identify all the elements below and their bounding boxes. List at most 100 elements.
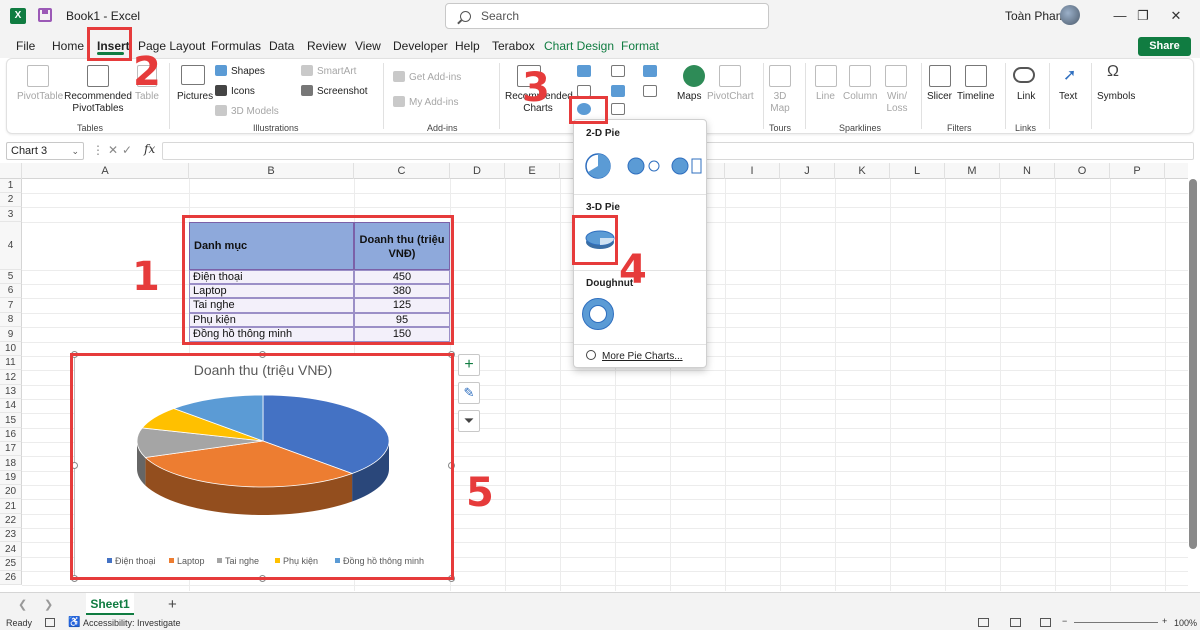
maximize-button[interactable]: ❐ <box>1133 6 1153 26</box>
row-header-6[interactable]: 6 <box>0 284 22 298</box>
pivot-chart-button[interactable]: PivotChart <box>707 91 754 102</box>
sparkline-line-button[interactable]: Line <box>816 91 835 102</box>
select-all-corner[interactable] <box>0 163 22 179</box>
chart-filter-icon[interactable]: ⏷ <box>458 410 480 432</box>
normal-view-icon[interactable] <box>978 618 989 627</box>
pivot-table-button[interactable]: PivotTable <box>17 91 63 102</box>
vertical-scrollbar[interactable] <box>1189 179 1197 549</box>
formula-edit-icons[interactable]: ⋮✕✓ <box>92 143 136 157</box>
search-input[interactable]: Search <box>445 3 769 29</box>
minimize-button[interactable]: — <box>1110 6 1130 26</box>
bar-of-pie-icon[interactable] <box>671 157 702 175</box>
page-break-view-icon[interactable] <box>1040 618 1051 627</box>
row-header-3[interactable]: 3 <box>0 207 22 222</box>
add-sheet-button[interactable]: + <box>168 596 177 613</box>
tab-chart-design[interactable]: Chart Design <box>544 39 614 53</box>
scroll-left-icon[interactable]: ❮ <box>18 598 27 611</box>
macro-icon[interactable] <box>45 618 55 627</box>
row-header-23[interactable]: 23 <box>0 528 22 542</box>
row-header-18[interactable]: 18 <box>0 456 22 471</box>
screenshot-button[interactable]: Screenshot <box>301 85 368 97</box>
slicer-button[interactable]: Slicer <box>927 91 952 102</box>
user-name[interactable]: Toàn Pham <box>1005 9 1066 23</box>
doughnut-option-icon[interactable] <box>582 298 616 332</box>
scroll-right-icon[interactable]: ❯ <box>44 598 53 611</box>
name-box[interactable]: Chart 3 ⌄ <box>6 142 84 160</box>
3d-map-button[interactable]: 3D Map <box>765 91 795 115</box>
row-header-24[interactable]: 24 <box>0 542 22 557</box>
scatter-chart-icon[interactable] <box>611 103 625 115</box>
row-header-14[interactable]: 14 <box>0 399 22 413</box>
smartart-button[interactable]: SmartArt <box>301 65 356 77</box>
tab-help[interactable]: Help <box>455 39 480 53</box>
row-header-11[interactable]: 11 <box>0 356 22 370</box>
timeline-button[interactable]: Timeline <box>957 91 994 102</box>
row-header-4[interactable]: 4 <box>0 222 22 270</box>
my-addins-button[interactable]: My Add-ins <box>393 96 458 108</box>
combo-chart-icon[interactable] <box>643 85 657 97</box>
3d-models-button[interactable]: 3D Models <box>215 105 279 117</box>
save-icon[interactable] <box>38 8 52 22</box>
row-header-1[interactable]: 1 <box>0 179 22 193</box>
link-button[interactable]: Link <box>1017 91 1035 102</box>
column-header-n[interactable]: N <box>1000 163 1055 179</box>
tab-home[interactable]: Home <box>52 39 84 53</box>
column-chart-icon[interactable] <box>577 65 591 77</box>
hierarchy-chart-icon[interactable] <box>611 65 625 77</box>
zoom-level[interactable]: 100% <box>1174 618 1197 628</box>
zoom-in-icon[interactable]: + <box>1162 616 1167 626</box>
row-header-20[interactable]: 20 <box>0 485 22 499</box>
more-pie-charts-link[interactable]: More Pie Charts... <box>586 350 683 362</box>
column-header-d[interactable]: D <box>450 163 505 179</box>
sheet-tab-sheet1[interactable]: Sheet1 <box>86 593 134 615</box>
sparkline-winloss-button[interactable]: Win/ Loss <box>883 91 911 115</box>
row-header-13[interactable]: 13 <box>0 385 22 399</box>
avatar[interactable] <box>1060 5 1080 25</box>
statistic-chart-icon[interactable] <box>611 85 625 97</box>
column-header-a[interactable]: A <box>22 163 189 179</box>
zoom-slider[interactable] <box>1074 622 1158 623</box>
close-button[interactable]: ✕ <box>1166 6 1186 26</box>
zoom-out-icon[interactable]: − <box>1062 616 1067 626</box>
shapes-button[interactable]: Shapes <box>215 65 265 77</box>
accessibility-status[interactable]: Accessibility: Investigate <box>83 618 181 628</box>
tab-data[interactable]: Data <box>269 39 294 53</box>
row-header-12[interactable]: 12 <box>0 370 22 385</box>
column-header-c[interactable]: C <box>354 163 450 179</box>
sparkline-column-button[interactable]: Column <box>843 91 877 102</box>
symbols-button[interactable]: Symbols <box>1097 91 1135 102</box>
tab-terabox[interactable]: Terabox <box>492 39 535 53</box>
row-header-8[interactable]: 8 <box>0 313 22 327</box>
row-header-2[interactable]: 2 <box>0 193 22 207</box>
row-header-16[interactable]: 16 <box>0 428 22 442</box>
pie-of-pie-icon[interactable] <box>627 157 660 175</box>
chevron-down-icon[interactable]: ⌄ <box>71 143 79 159</box>
row-header-7[interactable]: 7 <box>0 298 22 313</box>
row-header-10[interactable]: 10 <box>0 342 22 356</box>
tab-developer[interactable]: Developer <box>393 39 448 53</box>
column-header-k[interactable]: K <box>835 163 890 179</box>
row-header-9[interactable]: 9 <box>0 327 22 342</box>
tab-review[interactable]: Review <box>307 39 346 53</box>
column-header-e[interactable]: E <box>505 163 560 179</box>
get-addins-button[interactable]: Get Add-ins <box>393 71 461 83</box>
tab-format[interactable]: Format <box>621 39 659 53</box>
row-header-19[interactable]: 19 <box>0 471 22 485</box>
row-header-25[interactable]: 25 <box>0 557 22 571</box>
tab-formulas[interactable]: Formulas <box>211 39 261 53</box>
fx-icon[interactable]: fx <box>144 142 155 156</box>
column-header-p[interactable]: P <box>1110 163 1165 179</box>
column-header-o[interactable]: O <box>1055 163 1110 179</box>
chart-elements-button[interactable]: + <box>458 354 480 376</box>
share-button[interactable]: Share <box>1138 37 1191 56</box>
chart-styles-brush-icon[interactable]: ✎ <box>458 382 480 404</box>
tab-file[interactable]: File <box>16 39 35 53</box>
waterfall-chart-icon[interactable] <box>643 65 657 77</box>
row-header-5[interactable]: 5 <box>0 270 22 284</box>
row-header-22[interactable]: 22 <box>0 514 22 528</box>
pictures-button[interactable]: Pictures <box>177 91 213 102</box>
column-header-b[interactable]: B <box>189 163 354 179</box>
column-header-m[interactable]: M <box>945 163 1000 179</box>
page-layout-view-icon[interactable] <box>1010 618 1021 627</box>
icons-button[interactable]: Icons <box>215 85 255 97</box>
